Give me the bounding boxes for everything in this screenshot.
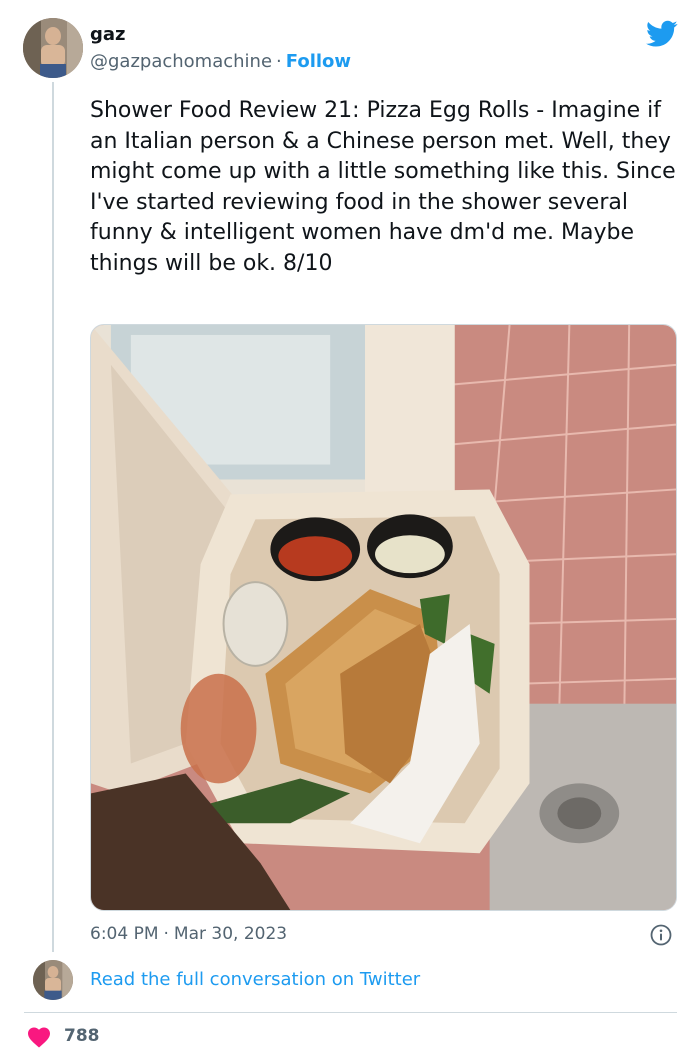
info-icon[interactable] <box>650 924 672 946</box>
avatar[interactable] <box>23 18 83 78</box>
meta-separator: · <box>276 51 282 72</box>
follow-button[interactable]: Follow <box>286 51 351 72</box>
tweet-timestamp[interactable]: 6:04 PM · Mar 30, 2023 <box>90 924 287 944</box>
tweet-time: 6:04 PM <box>90 924 159 944</box>
twitter-bird-icon[interactable] <box>646 20 678 48</box>
tweet-date: Mar 30, 2023 <box>173 924 288 944</box>
divider <box>24 1012 677 1013</box>
thread-line <box>52 82 54 952</box>
like-count: 788 <box>64 1026 100 1046</box>
read-conversation-link[interactable]: Read the full conversation on Twitter <box>90 969 420 990</box>
tweet-text: Shower Food Review 21: Pizza Egg Rolls -… <box>90 98 676 276</box>
tweet-embed-card: gaz @gazpachomachine · Follow Shower Food … <box>0 0 700 1064</box>
user-handle[interactable]: @gazpachomachine <box>90 51 272 72</box>
time-separator: · <box>163 924 169 944</box>
heart-icon[interactable] <box>27 1026 51 1048</box>
conversation-avatar[interactable] <box>33 960 73 1000</box>
tweet-photo[interactable] <box>90 324 677 911</box>
display-name[interactable]: gaz <box>90 24 126 45</box>
user-meta: @gazpachomachine · Follow <box>90 51 351 72</box>
